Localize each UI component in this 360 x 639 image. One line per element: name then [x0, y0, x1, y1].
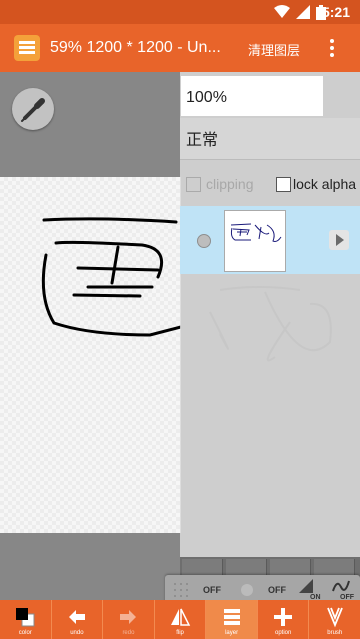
overflow-menu-icon[interactable] [325, 36, 339, 60]
brush-soft-icon[interactable] [237, 580, 257, 600]
arrow-right-icon [120, 610, 137, 624]
clipping-checkbox[interactable] [186, 177, 201, 192]
layers-icon [223, 609, 240, 625]
layer-options-row: clipping lock alpha [180, 172, 360, 198]
blend-mode-select[interactable]: 正常 [180, 118, 360, 160]
brush-stroke-icon[interactable] [331, 577, 353, 595]
flip-icon [171, 608, 191, 626]
layer-visibility-radio[interactable] [197, 234, 211, 248]
plus-icon [274, 608, 293, 626]
layer-item[interactable] [180, 206, 360, 274]
brush-texture-icon[interactable] [171, 578, 195, 602]
status-icons [274, 4, 326, 20]
lock-alpha-checkbox[interactable] [276, 177, 291, 192]
play-icon [336, 234, 344, 246]
color-tool-label: color [18, 630, 32, 636]
undo-label: undo [70, 630, 84, 636]
color-tool-button[interactable]: color [0, 600, 52, 639]
brush-toggle-1-label[interactable]: OFF [203, 585, 221, 595]
flip-label: flip [176, 630, 184, 636]
status-time: 5:21 [321, 4, 350, 20]
clear-layer-button[interactable]: 清理图层 [248, 40, 300, 59]
brush-icon [326, 607, 343, 628]
bottom-toolbar: color undo redo flip layer option brush [0, 600, 360, 639]
redo-label: redo [122, 630, 135, 636]
canvas-strokes [41, 217, 181, 337]
undo-button[interactable]: undo [52, 600, 104, 639]
redo-button[interactable]: redo [103, 600, 155, 639]
flip-button[interactable]: flip [155, 600, 207, 639]
brush-toggle-2-label[interactable]: OFF [268, 585, 286, 595]
layer-thumbnail [224, 210, 286, 272]
brush-button[interactable]: brush [309, 600, 360, 639]
document-title: 59% 1200 * 1200 - Un... [50, 39, 221, 56]
app-menu-icon[interactable] [14, 35, 40, 61]
layer-expand-button[interactable] [329, 230, 349, 250]
eyedropper-icon [21, 98, 45, 122]
option-label: option [275, 630, 292, 636]
layer-thumbnail-drawing [230, 223, 282, 242]
clipping-label: clipping [206, 176, 254, 192]
drawing-canvas[interactable] [0, 177, 181, 533]
layer-opacity-field[interactable]: 100% [181, 76, 323, 116]
wifi-icon [274, 5, 290, 18]
signal-icon [296, 5, 310, 19]
status-bar: 5:21 [0, 0, 360, 24]
color-swatch-icon [16, 608, 35, 627]
option-button[interactable]: option [258, 600, 310, 639]
brush-pressure-icon[interactable] [297, 577, 315, 595]
lock-alpha-label: lock alpha [293, 176, 357, 192]
eyedropper-button[interactable] [12, 88, 54, 130]
arrow-left-icon [68, 610, 85, 624]
layer-label: layer [225, 630, 239, 636]
brush-label: brush [327, 630, 343, 636]
app-bar: 59% 1200 * 1200 - Un... 清理图层 [0, 24, 360, 72]
layer-button[interactable]: layer [206, 600, 258, 639]
